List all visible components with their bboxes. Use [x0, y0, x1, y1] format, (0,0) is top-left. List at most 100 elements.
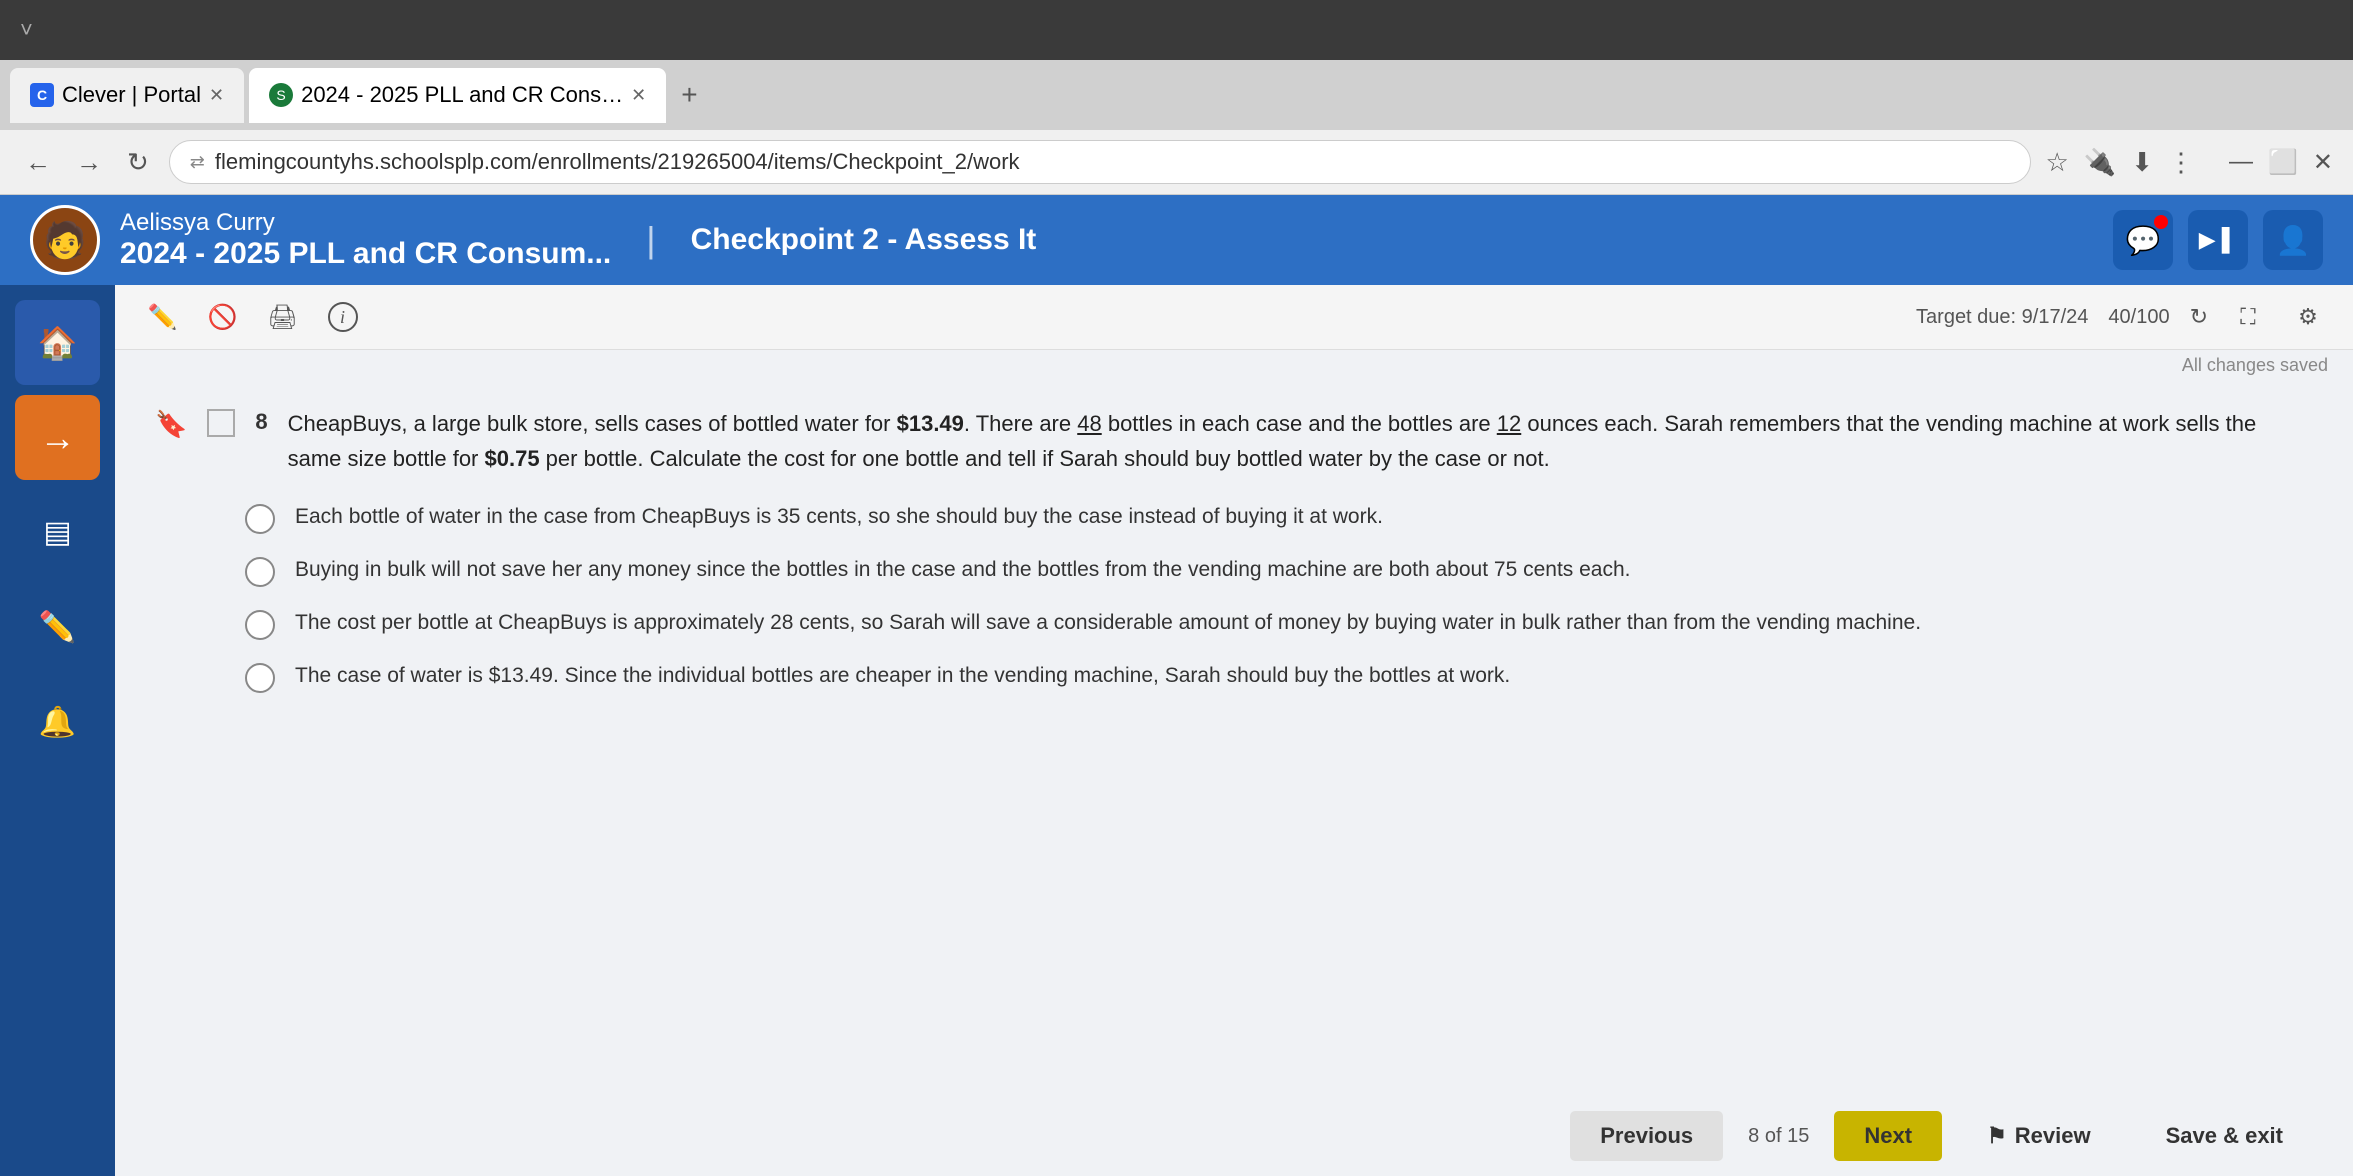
app-header: 🧑 Aelissya Curry 2024 - 2025 PLL and CR …	[0, 195, 2353, 285]
maximize-button[interactable]: ⬜	[2268, 148, 2298, 177]
address-bar: ← → ↻ ⇄ flemingcountyhs.schoolsplp.com/e…	[0, 130, 2353, 195]
chat-button[interactable]: 💬	[2113, 210, 2173, 270]
answer-option-c[interactable]: The cost per bottle at CheapBuys is appr…	[245, 607, 2313, 640]
bottom-nav: Previous 8 of 15 Next ⚑ Review Save & ex…	[115, 1096, 2353, 1176]
clever-icon: C	[30, 83, 54, 107]
answer-options: Each bottle of water in the case from Ch…	[245, 501, 2313, 693]
radio-button-a[interactable]	[245, 504, 275, 534]
pencil-tool-button[interactable]: ✏️	[140, 295, 185, 340]
title-bar: ˅	[0, 0, 2353, 60]
secure-icon: ⇄	[190, 152, 205, 173]
toolbar-right: Target due: 9/17/24 40/100 ↻ ⛶ ⚙	[1916, 297, 2328, 337]
window-controls: — ⬜ ✕	[2229, 148, 2333, 177]
question-area: 🔖 8 CheapBuys, a large bulk store, sells…	[115, 376, 2353, 1096]
refresh-icon[interactable]: ↻	[2190, 304, 2208, 330]
saved-text: All changes saved	[2182, 355, 2328, 375]
header-left: 🧑 Aelissya Curry 2024 - 2025 PLL and CR …	[30, 205, 1036, 275]
print-button[interactable]: 🖨	[260, 295, 305, 340]
forward-button[interactable]: →	[71, 142, 107, 183]
page-indicator: 8 of 15	[1738, 1125, 1819, 1148]
flag-icon: ⚑	[1987, 1123, 2007, 1149]
answer-option-a[interactable]: Each bottle of water in the case from Ch…	[245, 501, 2313, 534]
bookmark-icon[interactable]: 🔖	[155, 409, 187, 440]
notification-dot	[2154, 215, 2168, 229]
home-icon: 🏠	[38, 324, 78, 362]
score-label: 40/100	[2108, 306, 2169, 329]
bookmark-star-icon[interactable]: ☆	[2046, 147, 2069, 178]
tab-clever-close[interactable]: ✕	[209, 85, 224, 106]
main-content: 🏠 → ▤ ✏️ 🔔 ✏️ 🚫	[0, 285, 2353, 1176]
previous-button[interactable]: Previous	[1570, 1111, 1723, 1161]
avatar: 🧑	[30, 205, 100, 275]
url-box[interactable]: ⇄ flemingcountyhs.schoolsplp.com/enrollm…	[169, 140, 2031, 184]
print-icon: 🖨	[267, 303, 297, 332]
save-exit-button[interactable]: Save & exit	[2136, 1111, 2313, 1161]
radio-button-d[interactable]	[245, 663, 275, 693]
extensions-icon[interactable]: 🔌	[2084, 147, 2116, 178]
review-label: Review	[2015, 1123, 2091, 1149]
video-button[interactable]: ▶ ▌	[2188, 210, 2248, 270]
browser-chrome: ˅ C Clever | Portal ✕ S 2024 - 2025 PLL …	[0, 0, 2353, 195]
settings-icon: ⚙	[2298, 304, 2318, 330]
pencil-icon: ✏️	[148, 303, 178, 332]
checkpoint-title: Checkpoint 2 - Assess It	[691, 223, 1037, 257]
sidebar: 🏠 → ▤ ✏️ 🔔	[0, 285, 115, 1176]
block-icon: 🚫	[208, 303, 238, 332]
answer-option-d[interactable]: The case of water is $13.49. Since the i…	[245, 660, 2313, 693]
next-button[interactable]: Next	[1834, 1111, 1942, 1161]
content-area: ✏️ 🚫 🖨 i Target due: 9/17/24 40/100 ↻ ⛶	[115, 285, 2353, 1176]
saved-status: All changes saved	[115, 350, 2353, 376]
question-price2: $0.75	[485, 446, 540, 471]
app-container: 🧑 Aelissya Curry 2024 - 2025 PLL and CR …	[0, 195, 2353, 1176]
tab-clever[interactable]: C Clever | Portal ✕	[10, 68, 244, 123]
option-text-a: Each bottle of water in the case from Ch…	[295, 501, 1383, 533]
block-tool-button[interactable]: 🚫	[200, 295, 245, 340]
question-bottles: 48	[1077, 411, 1101, 436]
info-icon: i	[328, 302, 358, 332]
menu-icon[interactable]: ˅	[20, 17, 33, 43]
header-actions: 💬 ▶ ▌ 👤	[2113, 210, 2323, 270]
chat-icon: 💬	[2126, 224, 2161, 257]
download-icon[interactable]: ⬇	[2131, 147, 2153, 178]
expand-button[interactable]: ⛶	[2228, 297, 2268, 337]
question-text-part1: CheapBuys, a large bulk store, sells cas…	[288, 411, 897, 436]
radio-button-c[interactable]	[245, 610, 275, 640]
tab-school-close[interactable]: ✕	[631, 85, 646, 106]
answer-option-b[interactable]: Buying in bulk will not save her any mon…	[245, 554, 2313, 587]
radio-button-b[interactable]	[245, 557, 275, 587]
user-name: Aelissya Curry	[120, 209, 611, 237]
tab-school[interactable]: S 2024 - 2025 PLL and CR Cons… ✕	[249, 68, 666, 123]
reload-button[interactable]: ↻	[122, 142, 154, 183]
expand-icon: ⛶	[2240, 304, 2255, 330]
settings-button[interactable]: ⚙	[2288, 297, 2328, 337]
school-icon: S	[269, 83, 293, 107]
video-icon: ▶ ▌	[2199, 227, 2238, 253]
checkbox-icon[interactable]	[207, 409, 235, 437]
sidebar-item-goto[interactable]: →	[15, 395, 100, 480]
url-text: flemingcountyhs.schoolsplp.com/enrollmen…	[215, 149, 1020, 175]
user-profile-button[interactable]: 👤	[2263, 210, 2323, 270]
toolbar: ✏️ 🚫 🖨 i Target due: 9/17/24 40/100 ↻ ⛶	[115, 285, 2353, 350]
sidebar-item-layers[interactable]: ▤	[15, 490, 100, 575]
separator: |	[646, 219, 655, 261]
sidebar-item-edit[interactable]: ✏️	[15, 585, 100, 670]
close-button[interactable]: ✕	[2313, 148, 2333, 177]
sidebar-item-notifications[interactable]: 🔔	[15, 680, 100, 765]
review-button[interactable]: ⚑ Review	[1957, 1111, 2121, 1161]
back-button[interactable]: ←	[20, 142, 56, 183]
option-text-b: Buying in bulk will not save her any mon…	[295, 554, 1630, 586]
add-tab-button[interactable]: +	[671, 74, 707, 116]
user-profile-icon: 👤	[2276, 224, 2311, 257]
option-text-d: The case of water is $13.49. Since the i…	[295, 660, 1510, 692]
more-options-icon[interactable]: ⋮	[2168, 147, 2194, 178]
question-ounces: 12	[1497, 411, 1521, 436]
sidebar-item-home[interactable]: 🏠	[15, 300, 100, 385]
user-info: Aelissya Curry 2024 - 2025 PLL and CR Co…	[120, 209, 611, 271]
question-text-part2: . There are	[964, 411, 1077, 436]
tab-bar: C Clever | Portal ✕ S 2024 - 2025 PLL an…	[0, 60, 2353, 130]
question-number: 8	[255, 409, 267, 435]
minimize-button[interactable]: —	[2229, 148, 2253, 177]
info-button[interactable]: i	[320, 295, 365, 340]
question-text: CheapBuys, a large bulk store, sells cas…	[288, 406, 2313, 476]
edit-icon: ✏️	[39, 610, 76, 645]
